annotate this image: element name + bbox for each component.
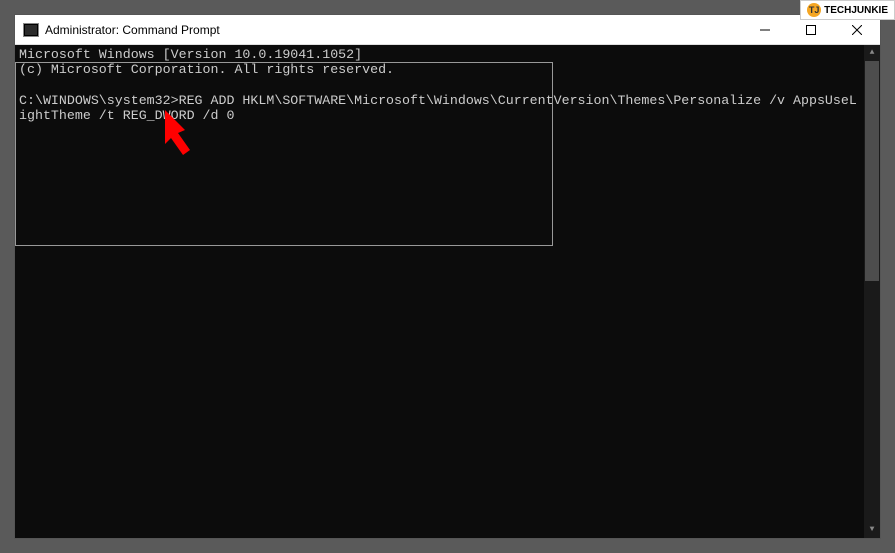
console-line: (c) Microsoft Corporation. All rights re… <box>19 62 394 77</box>
watermark-text: TECHJUNKIE <box>824 5 888 16</box>
console-line: Microsoft Windows [Version 10.0.19041.10… <box>19 47 362 62</box>
titlebar[interactable]: Administrator: Command Prompt <box>15 15 880 45</box>
minimize-button[interactable] <box>742 15 788 45</box>
scrollbar-up-icon[interactable]: ▲ <box>864 45 880 61</box>
console-output: Microsoft Windows [Version 10.0.19041.10… <box>19 47 876 123</box>
scrollbar-down-icon[interactable]: ▼ <box>864 522 880 538</box>
cmd-app-icon <box>23 23 39 37</box>
window-title: Administrator: Command Prompt <box>45 23 220 37</box>
close-icon <box>852 25 862 35</box>
command-prompt-window: Administrator: Command Prompt Microsoft … <box>14 14 881 539</box>
watermark-badge: TJ TECHJUNKIE <box>800 0 895 20</box>
titlebar-left: Administrator: Command Prompt <box>15 23 220 37</box>
maximize-icon <box>806 25 816 35</box>
console-line: C:\WINDOWS\system32>REG ADD HKLM\SOFTWAR… <box>19 93 857 123</box>
minimize-icon <box>760 25 770 35</box>
scrollbar-thumb[interactable] <box>865 61 879 281</box>
watermark-icon: TJ <box>807 3 821 17</box>
console-area[interactable]: Microsoft Windows [Version 10.0.19041.10… <box>15 45 880 538</box>
vertical-scrollbar[interactable]: ▲ ▼ <box>864 45 880 538</box>
